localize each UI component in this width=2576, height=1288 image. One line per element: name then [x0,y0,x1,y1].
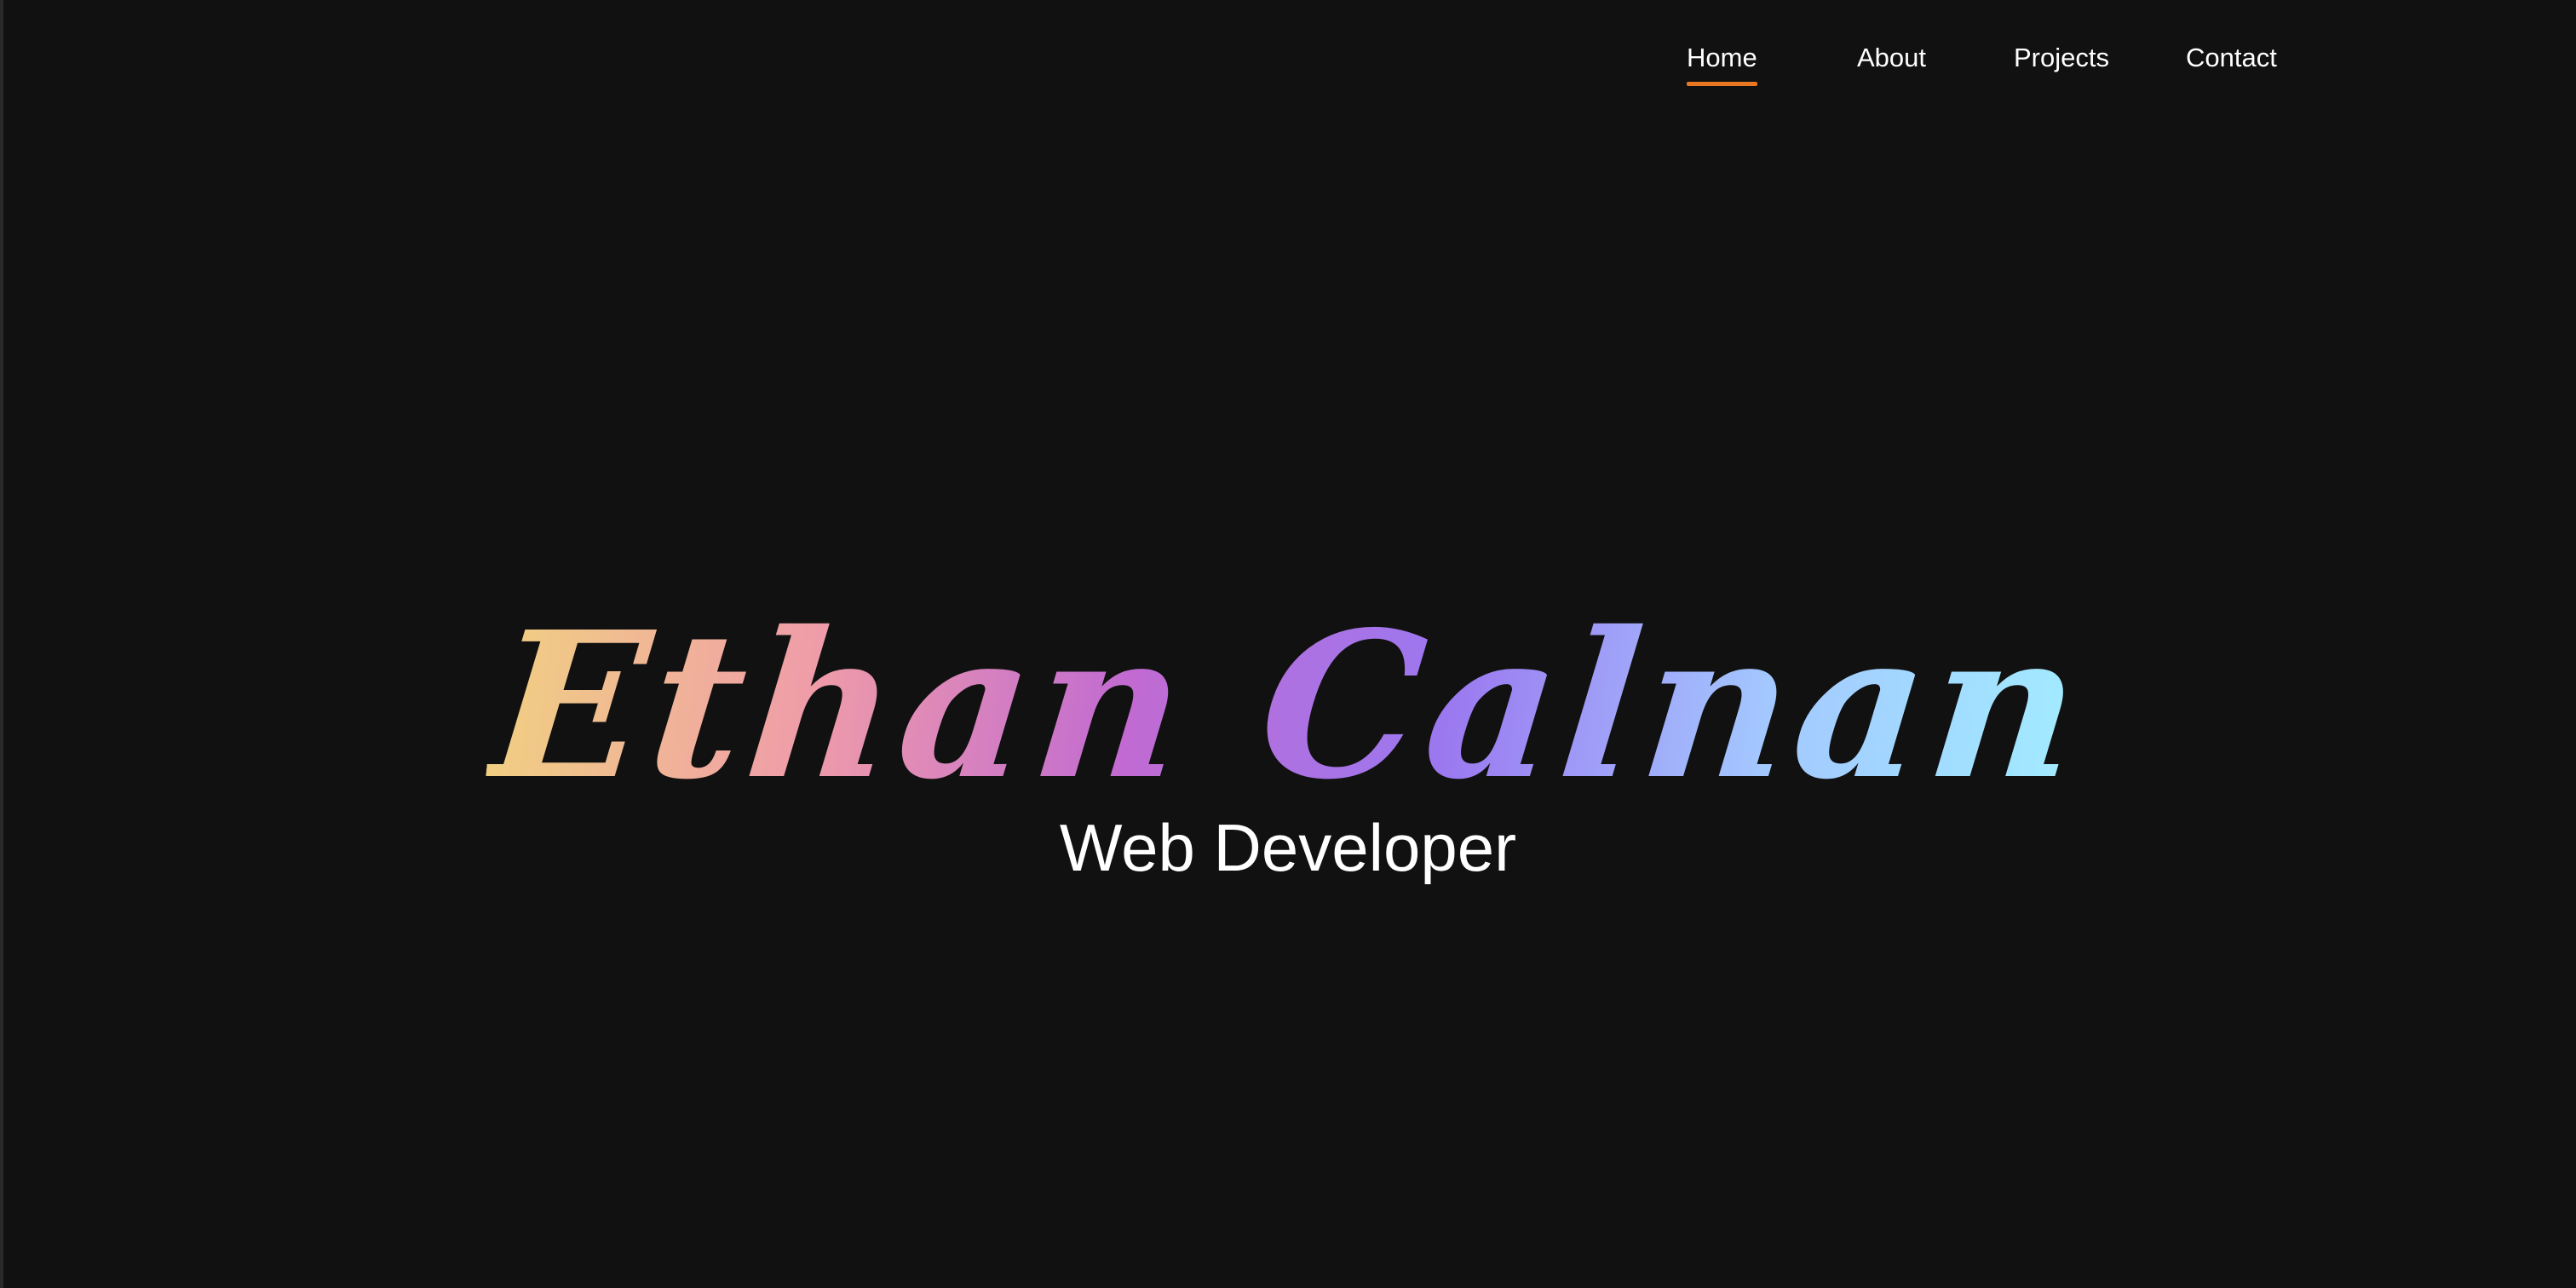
top-navigation: Home About Projects Contact [0,0,2576,119]
hero-subtitle: Web Developer [1059,810,1517,885]
active-nav-indicator [1687,82,1757,86]
hero-name-heading: Ethan Calnan [0,578,2576,833]
nav-link-contact-label: Contact [2186,43,2277,72]
nav-link-projects-label: Projects [2014,43,2109,72]
nav-link-home[interactable]: Home [1687,39,1757,90]
hero-name-text: Ethan Calnan [480,587,2096,825]
nav-link-contact[interactable]: Contact [2186,39,2277,90]
nav-link-home-label: Home [1687,43,1757,72]
window-left-border [0,0,3,1288]
nav-link-about[interactable]: About [1857,39,1926,90]
nav-link-projects[interactable]: Projects [2014,39,2109,90]
nav-link-about-label: About [1857,43,1927,72]
